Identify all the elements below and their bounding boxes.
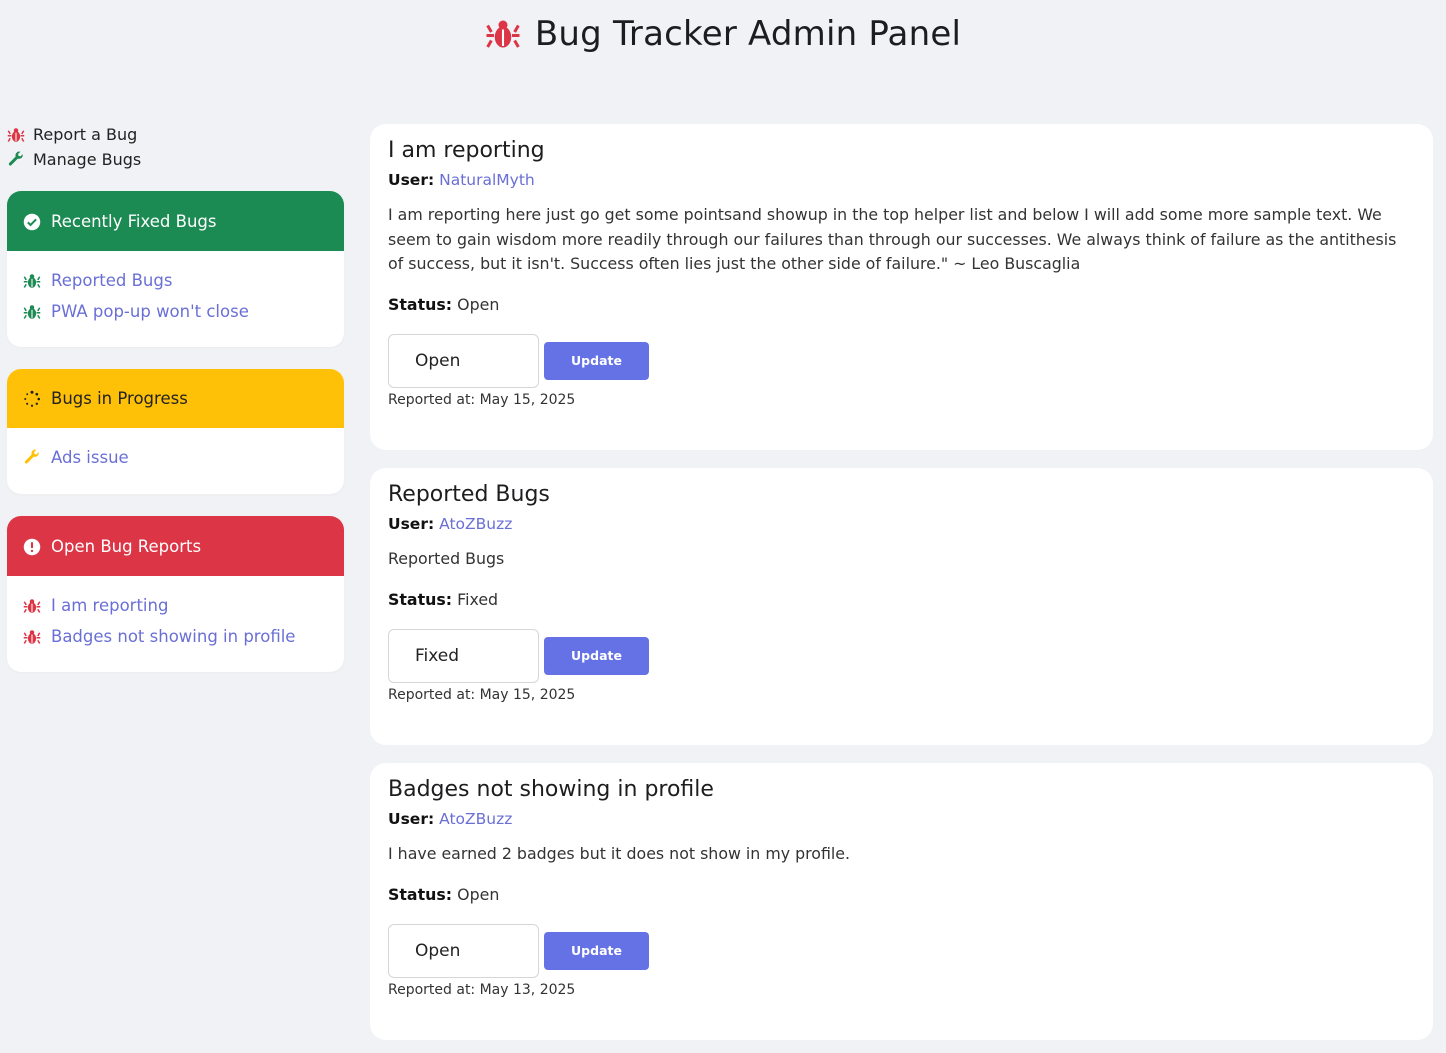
status-select[interactable]: Fixed — [388, 628, 539, 683]
open-bug-reports-header: Open Bug Reports — [7, 516, 344, 576]
status-label: Status: — [388, 294, 453, 314]
list-item[interactable]: Reported Bugs — [23, 265, 328, 296]
bug-card: Badges not showing in profile User: AtoZ… — [370, 763, 1433, 1040]
bug-description: Reported Bugs — [388, 549, 505, 568]
status-value: Fixed — [457, 589, 499, 609]
bug-icon — [7, 125, 25, 145]
wrench-icon — [7, 150, 25, 170]
bug-card: Reported Bugs User: AtoZBuzz Reported Bu… — [370, 468, 1433, 745]
bug-description: I have earned 2 badges but it does not s… — [388, 844, 851, 863]
update-button[interactable]: Update — [544, 341, 649, 380]
status-controls: Open Update — [388, 333, 1415, 388]
list-item-label: Badges not showing in profile — [51, 627, 296, 646]
open-bug-reports-title: Open Bug Reports — [51, 536, 202, 556]
bug-status: Status: Fixed — [388, 590, 1415, 609]
bug-icon — [23, 302, 41, 322]
bug-title: I am reporting — [388, 138, 545, 163]
list-item-label: PWA pop-up won't close — [51, 302, 249, 321]
bug-icon — [23, 596, 41, 616]
recently-fixed-panel: Recently Fixed Bugs Reported Bugs PWA po… — [7, 191, 344, 347]
bugs-in-progress-list: Ads issue — [7, 428, 344, 487]
bug-status: Status: Open — [388, 885, 1415, 904]
user-label: User: — [388, 810, 435, 828]
reported-at: Reported at: May 15, 2025 — [388, 391, 576, 408]
bug-user: User: AtoZBuzz — [388, 515, 1415, 533]
list-item-label: Reported Bugs — [51, 271, 173, 290]
status-controls: Fixed Update — [388, 628, 1415, 683]
recently-fixed-title: Recently Fixed Bugs — [51, 211, 217, 231]
status-controls: Open Update — [388, 923, 1415, 978]
reported-at: Reported at: May 13, 2025 — [388, 981, 576, 998]
list-item[interactable]: Ads issue — [23, 442, 328, 473]
report-bug-link[interactable]: Report a Bug — [7, 122, 141, 147]
recently-fixed-list: Reported Bugs PWA pop-up won't close — [7, 251, 344, 341]
top-nav: Report a Bug Manage Bugs — [7, 122, 141, 172]
recently-fixed-header: Recently Fixed Bugs — [7, 191, 344, 251]
bug-user: User: AtoZBuzz — [388, 810, 1415, 828]
bug-status: Status: Open — [388, 295, 1415, 314]
bugs-in-progress-title: Bugs in Progress — [51, 389, 188, 408]
status-select[interactable]: Open — [388, 923, 539, 978]
status-value: Open — [457, 294, 500, 314]
exclamation-circle-icon — [23, 536, 41, 556]
bugs-in-progress-panel: Bugs in Progress Ads issue — [7, 369, 344, 494]
check-circle-icon — [23, 211, 41, 231]
bug-user: User: NaturalMyth — [388, 171, 1415, 189]
bug-card: I am reporting User: NaturalMyth I am re… — [370, 124, 1433, 450]
update-button[interactable]: Update — [544, 931, 649, 970]
list-item-label: Ads issue — [51, 448, 129, 467]
manage-bugs-label: Manage Bugs — [33, 150, 142, 169]
user-link[interactable]: AtoZBuzz — [439, 810, 512, 828]
list-item[interactable]: Badges not showing in profile — [23, 621, 328, 652]
spinner-icon — [23, 389, 41, 409]
user-link[interactable]: AtoZBuzz — [439, 515, 512, 533]
update-button[interactable]: Update — [544, 636, 649, 675]
list-item-label: I am reporting — [51, 596, 169, 615]
bug-title: Reported Bugs — [388, 482, 550, 507]
reported-at: Reported at: May 15, 2025 — [388, 686, 576, 703]
user-label: User: — [388, 171, 435, 189]
bugs-in-progress-header: Bugs in Progress — [7, 369, 344, 428]
status-value: Open — [457, 884, 500, 904]
manage-bugs-link[interactable]: Manage Bugs — [7, 147, 141, 172]
bug-title: Badges not showing in profile — [388, 777, 714, 802]
list-item[interactable]: PWA pop-up won't close — [23, 296, 328, 327]
open-bug-reports-panel: Open Bug Reports I am reporting Badges n… — [7, 516, 344, 672]
bug-icon — [23, 271, 41, 291]
page-title: Bug Tracker Admin Panel — [534, 14, 962, 54]
user-label: User: — [388, 515, 435, 533]
bug-description: I am reporting here just go get some poi… — [388, 205, 1397, 273]
status-label: Status: — [388, 884, 453, 904]
page-header: Bug Tracker Admin Panel — [0, 14, 1446, 54]
wrench-icon — [23, 448, 41, 468]
status-select[interactable]: Open — [388, 333, 539, 388]
list-item[interactable]: I am reporting — [23, 590, 328, 621]
status-label: Status: — [388, 589, 453, 609]
user-link[interactable]: NaturalMyth — [439, 171, 535, 189]
open-bug-reports-list: I am reporting Badges not showing in pro… — [7, 576, 344, 666]
bug-icon — [485, 16, 521, 52]
report-bug-label: Report a Bug — [33, 125, 138, 144]
bug-icon — [23, 627, 41, 647]
